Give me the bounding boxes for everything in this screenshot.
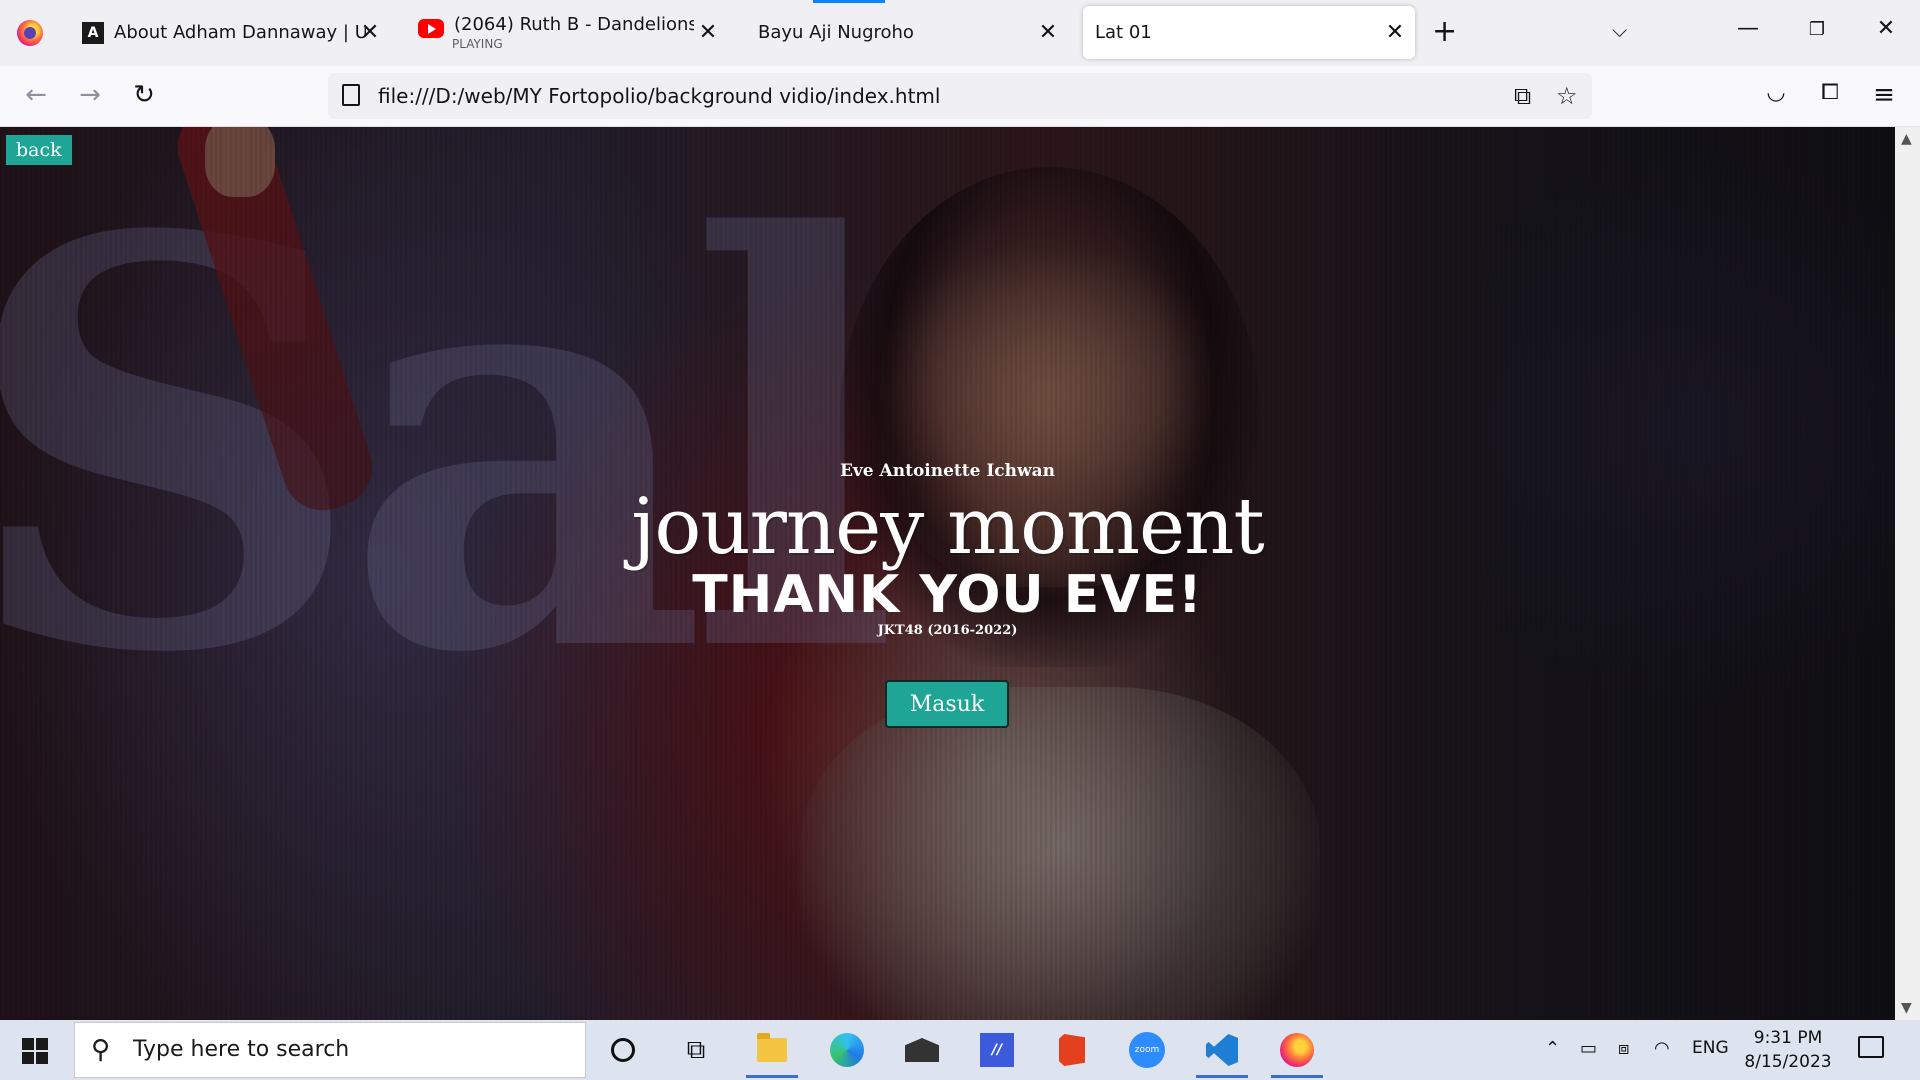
tab-sound-indicator: [813, 0, 885, 3]
mail-icon[interactable]: [902, 1030, 942, 1070]
task-view-icon[interactable]: ⧉: [676, 1030, 716, 1070]
close-tab-icon[interactable]: ✕: [696, 20, 720, 45]
clock-date: 8/15/2023: [1744, 1052, 1832, 1072]
back-arrow-icon[interactable]: ←: [18, 80, 54, 110]
cortana-icon[interactable]: [603, 1030, 643, 1070]
show-hidden-icons-icon[interactable]: ⌃: [1545, 1038, 1560, 1059]
file-explorer-icon[interactable]: [746, 1030, 798, 1078]
windows-taskbar: ⚲ ⧉ // zoom ⌃ ▭ ⧈ ◠ ENG 9:31 PM 8/15/202…: [0, 1020, 1920, 1080]
playing-indicator: PLAYING: [452, 37, 503, 51]
close-tab-icon[interactable]: ✕: [358, 20, 382, 45]
vertical-scrollbar[interactable]: ▲ ▼: [1895, 127, 1920, 1020]
meet-now-icon[interactable]: ⧈: [1618, 1038, 1629, 1059]
app-icon[interactable]: //: [977, 1030, 1017, 1070]
app-menu-icon[interactable]: ≡: [1866, 80, 1902, 110]
youtube-icon: [418, 19, 444, 38]
notification-center-icon[interactable]: [1858, 1036, 1884, 1058]
tab-lat01[interactable]: Lat 01 ✕: [1083, 6, 1415, 59]
person-name: Eve Antoinette Ichwan: [839, 461, 1056, 481]
page-viewport: Sal back Eve Antoinette Ichwan journey m…: [0, 127, 1895, 1020]
reload-icon[interactable]: ↻: [126, 80, 162, 110]
tab-youtube[interactable]: (2064) Ruth B - Dandelions (lyric ✕: [406, 6, 728, 59]
tab-label: (2064) Ruth B - Dandelions (lyric: [454, 14, 694, 35]
tab-adham[interactable]: A About Adham Dannaway | UI/U ✕: [70, 6, 390, 59]
tab-label: About Adham Dannaway | UI/U: [114, 22, 366, 43]
adham-logo-icon: A: [82, 21, 104, 44]
forward-arrow-icon[interactable]: →: [72, 80, 108, 110]
close-tab-icon[interactable]: ✕: [1383, 20, 1407, 45]
search-input[interactable]: [133, 1037, 553, 1062]
vscode-icon[interactable]: [1196, 1030, 1248, 1078]
url-bar[interactable]: file:///D:/web/MY Fortopolio/background …: [328, 73, 1592, 119]
firefox-icon[interactable]: [1271, 1030, 1323, 1078]
tab-label: Bayu Aji Nugroho: [758, 22, 914, 43]
new-tab-button[interactable]: +: [1432, 17, 1457, 47]
window-close-icon[interactable]: ✕: [1866, 16, 1906, 41]
minimize-icon[interactable]: —: [1728, 16, 1768, 41]
bookmark-star-icon[interactable]: ☆: [1556, 82, 1578, 110]
pocket-icon[interactable]: ◡: [1758, 80, 1794, 105]
subtitle: JKT48 (2016-2022): [877, 623, 1018, 638]
list-all-tabs-icon[interactable]: ⌵: [1612, 18, 1627, 42]
back-button[interactable]: back: [6, 135, 72, 165]
enter-button[interactable]: Masuk: [885, 680, 1009, 728]
tab-label: Lat 01: [1095, 22, 1152, 43]
picture-in-picture-icon[interactable]: ⧉: [1514, 82, 1531, 110]
scroll-up-icon[interactable]: ▲: [1901, 131, 1912, 147]
battery-icon[interactable]: ▭: [1580, 1038, 1597, 1059]
url-text[interactable]: file:///D:/web/MY Fortopolio/background …: [378, 84, 940, 108]
taskbar-search[interactable]: ⚲: [74, 1022, 586, 1078]
page-icon: [342, 84, 360, 106]
system-clock[interactable]: 9:31 PM 8/15/2023: [1738, 1026, 1838, 1074]
search-icon: ⚲: [91, 1035, 111, 1065]
clock-time: 9:31 PM: [1753, 1028, 1823, 1048]
windows-start-icon[interactable]: [22, 1038, 48, 1064]
headline: journey moment: [631, 482, 1265, 572]
office-icon[interactable]: [1052, 1030, 1092, 1070]
edge-icon[interactable]: [827, 1030, 867, 1070]
scroll-down-icon[interactable]: ▼: [1901, 1000, 1912, 1016]
navigation-toolbar: ← → ↻ file:///D:/web/MY Fortopolio/backg…: [0, 66, 1920, 127]
restore-icon[interactable]: ❐: [1797, 19, 1837, 40]
thank-you-heading: THANK YOU EVE!: [692, 565, 1203, 625]
wifi-icon[interactable]: ◠: [1654, 1038, 1670, 1059]
firefox-menu-icon[interactable]: [17, 20, 43, 46]
language-indicator[interactable]: ENG: [1692, 1038, 1729, 1058]
extensions-icon[interactable]: ⧠: [1812, 80, 1848, 105]
zoom-icon[interactable]: zoom: [1127, 1030, 1167, 1070]
tab-strip: A About Adham Dannaway | UI/U ✕ (2064) R…: [0, 0, 1920, 66]
tab-bayu[interactable]: Bayu Aji Nugroho ✕: [746, 6, 1068, 59]
close-tab-icon[interactable]: ✕: [1036, 20, 1060, 45]
